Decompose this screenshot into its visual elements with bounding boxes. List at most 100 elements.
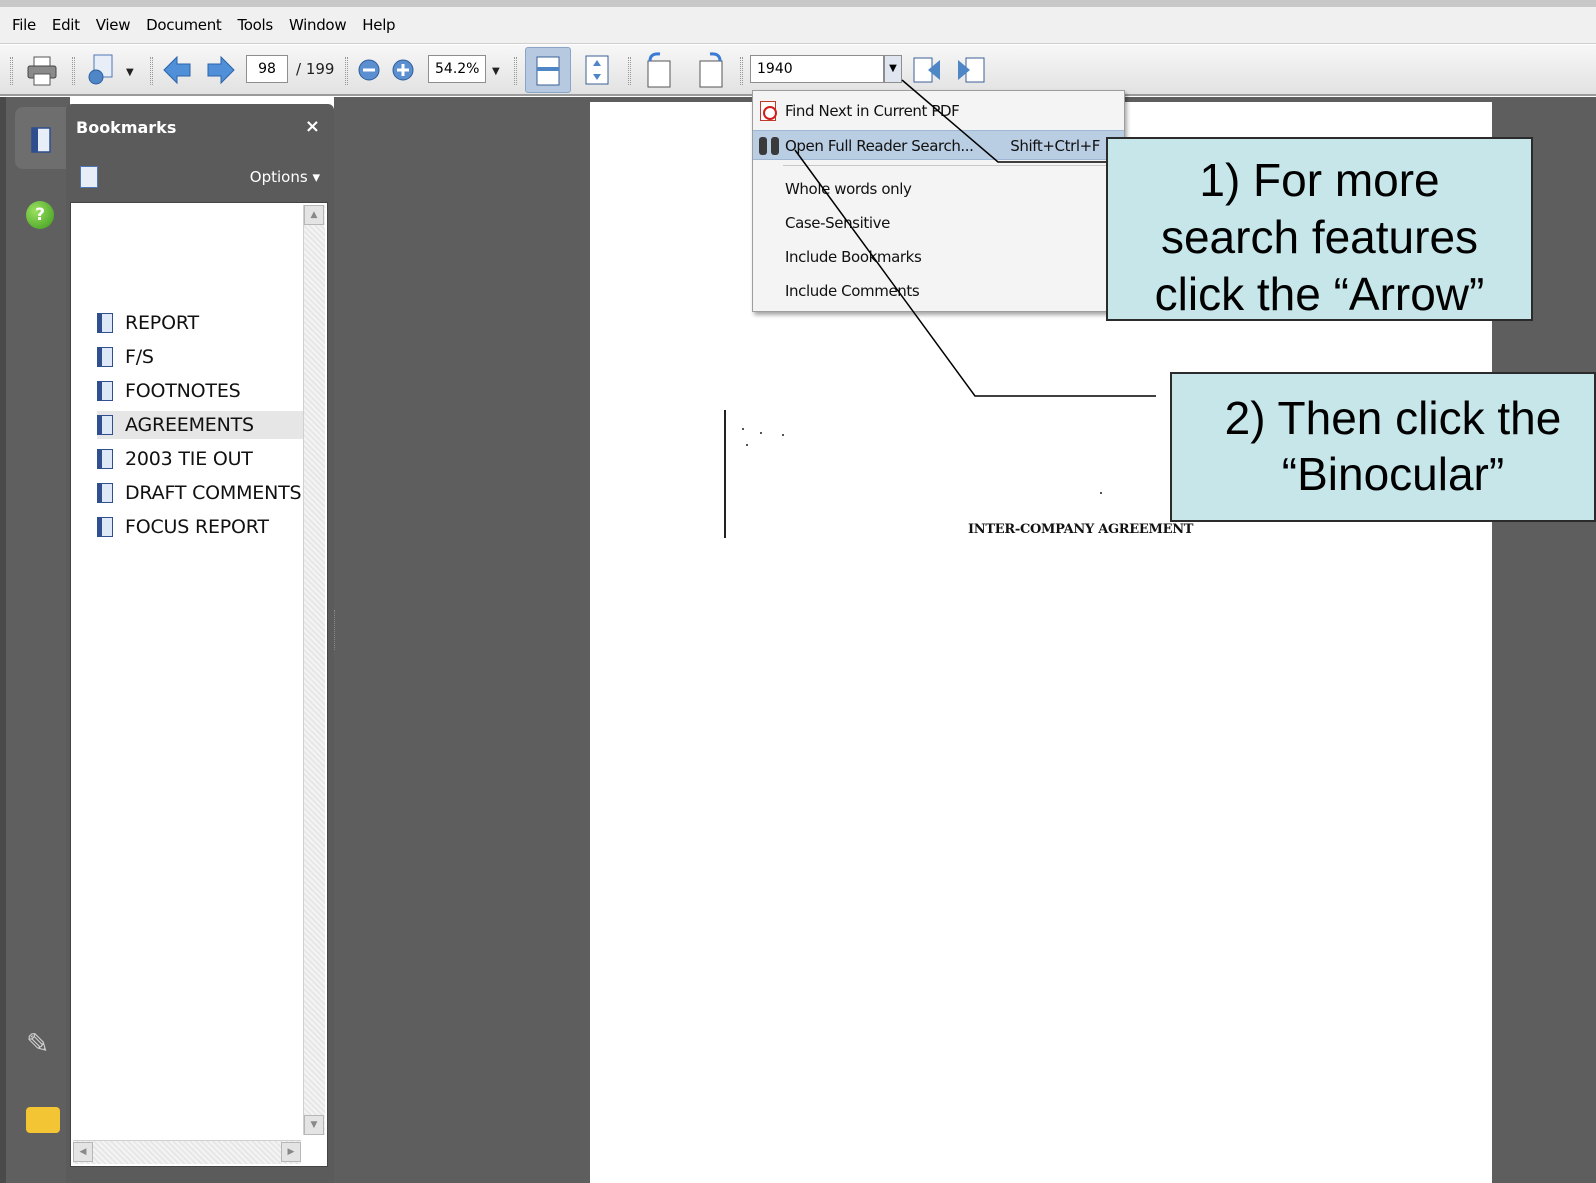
callout-step-1-line-2: search features [1160, 211, 1479, 263]
page-number-input[interactable]: 98 [246, 55, 288, 83]
bookmark-item-report[interactable]: REPORT [97, 309, 303, 337]
bookmarks-title: Bookmarks [76, 118, 177, 137]
callout-step-2-line-1: 2) Then click the [1224, 392, 1562, 444]
bookmark-item-focus-report[interactable]: FOCUS REPORT [97, 513, 303, 541]
search-options-arrow[interactable]: ▼ [884, 55, 902, 83]
scroll-down-arrow[interactable]: ▼ [304, 1115, 324, 1135]
menu-tools[interactable]: Tools [237, 16, 273, 34]
menu-edit[interactable]: Edit [52, 16, 80, 34]
share-icon[interactable] [86, 53, 118, 87]
next-page-icon[interactable] [206, 55, 236, 85]
bookmarks-panel: Bookmarks × Options ▾ REPORT F/S FOOTNOT… [66, 104, 334, 1183]
menu-item-find-next[interactable]: Find Next in Current PDF [753, 96, 1124, 126]
bookmark-label: REPORT [125, 312, 199, 334]
menu-item-label: Whole words only [785, 180, 912, 198]
bookmark-item-footnotes[interactable]: FOOTNOTES [97, 377, 303, 405]
callout-step-2: 2) Then click the “Binocular” [1170, 372, 1596, 522]
bookmark-item-2003-tie-out[interactable]: 2003 TIE OUT [97, 445, 303, 473]
window-top-strip [0, 0, 1596, 7]
menu-file[interactable]: File [12, 16, 36, 34]
zoom-in-icon[interactable] [392, 59, 414, 81]
page-heading: INTER-COMPANY AGREEMENT [968, 522, 1194, 537]
toolbar: ▼ 98 / 199 54.2% ▼ 1940 ▼ [0, 45, 1596, 96]
menu-item-label: Include Comments [785, 282, 920, 300]
menu-item-open-full-search[interactable]: Open Full Reader Search... Shift+Ctrl+F [753, 130, 1124, 160]
bookmark-label: DRAFT COMMENTS [125, 482, 302, 504]
bookmarks-horizontal-scrollbar[interactable]: ◀ ▶ [73, 1140, 301, 1164]
zoom-dropdown-caret[interactable]: ▼ [492, 66, 500, 77]
bookmarks-options-label: Options [249, 168, 308, 186]
callout-step-1: 1) For more search features click the “A… [1106, 137, 1533, 321]
find-next-icon[interactable] [956, 55, 986, 85]
toolbar-grip [10, 57, 13, 85]
bookmark-item-draft-comments[interactable]: DRAFT COMMENTS [97, 479, 303, 507]
rotate-ccw-icon[interactable] [642, 51, 676, 89]
pdf-icon [760, 101, 777, 121]
menu-item-whole-words[interactable]: Whole words only [753, 174, 1124, 204]
menu-item-include-comments[interactable]: Include Comments [753, 276, 1124, 306]
bookmark-label: AGREEMENTS [125, 414, 254, 436]
toolbar-grip [514, 57, 517, 85]
bookmark-item-agreements[interactable]: AGREEMENTS [97, 411, 303, 439]
bookmarks-panel-icon [31, 127, 51, 153]
menu-view[interactable]: View [96, 16, 131, 34]
scroll-left-arrow[interactable]: ◀ [73, 1142, 93, 1162]
menu-window[interactable]: Window [289, 16, 347, 34]
search-options-menu: Find Next in Current PDF Open Full Reade… [752, 90, 1125, 312]
menu-item-case-sensitive[interactable]: Case-Sensitive [753, 208, 1124, 238]
bookmarks-options-button[interactable]: Options ▾ [250, 168, 320, 186]
panel-splitter[interactable] [334, 610, 338, 650]
menu-item-label: Include Bookmarks [785, 248, 922, 266]
page-total: / 199 [296, 60, 335, 78]
bookmark-new-icon[interactable] [80, 166, 98, 188]
comments-icon[interactable] [26, 1107, 60, 1133]
scan-speck [746, 444, 748, 446]
rotate-cw-icon[interactable] [694, 51, 728, 89]
bookmarks-panel-tab[interactable] [15, 107, 73, 169]
toolbar-grip [740, 57, 743, 85]
menu-help[interactable]: Help [362, 16, 395, 34]
callout-step-1-line-3: click the “Arrow” [1154, 268, 1485, 320]
print-icon[interactable] [26, 55, 58, 87]
callout-step-1-line-1: 1) For more [1199, 154, 1440, 206]
fit-page-icon[interactable] [584, 54, 610, 86]
menu-separator [783, 165, 1113, 166]
zoom-input[interactable]: 54.2% [428, 55, 486, 83]
bookmark-label: FOOTNOTES [125, 380, 241, 402]
toolbar-grip [345, 57, 348, 85]
scan-speck [782, 434, 784, 436]
bookmarks-list: REPORT F/S FOOTNOTES AGREEMENTS 2003 TIE… [70, 202, 328, 1167]
zoom-out-icon[interactable] [358, 59, 380, 81]
scan-speck [1100, 492, 1102, 494]
menu-item-label: Open Full Reader Search... [785, 137, 974, 155]
find-previous-icon[interactable] [912, 55, 942, 85]
help-icon[interactable]: ? [26, 201, 54, 229]
toolbar-grip [72, 57, 75, 85]
toolbar-grip [628, 57, 631, 85]
bookmark-icon [97, 483, 113, 503]
bookmark-label: 2003 TIE OUT [125, 448, 253, 470]
menu-item-label: Find Next in Current PDF [785, 102, 960, 120]
bookmark-icon [97, 449, 113, 469]
bookmark-icon [97, 347, 113, 367]
bookmark-icon [97, 381, 113, 401]
scroll-up-arrow[interactable]: ▲ [304, 205, 324, 225]
attachment-icon[interactable]: ✎ [26, 1027, 49, 1060]
prev-page-icon[interactable] [162, 55, 192, 85]
bookmark-item-fs[interactable]: F/S [97, 343, 303, 371]
bookmark-label: FOCUS REPORT [125, 516, 269, 538]
page-margin-rule [724, 410, 726, 538]
fit-width-button[interactable] [525, 47, 571, 93]
bookmarks-close-button[interactable]: × [305, 116, 320, 137]
menu-item-label: Case-Sensitive [785, 214, 890, 232]
binocular-icon [759, 137, 779, 155]
scroll-right-arrow[interactable]: ▶ [281, 1142, 301, 1162]
callout-step-2-line-2: “Binocular” [1281, 448, 1505, 500]
search-input[interactable]: 1940 [750, 55, 884, 83]
share-dropdown-caret[interactable]: ▼ [126, 67, 134, 78]
fit-width-icon [536, 56, 560, 86]
menu-item-include-bookmarks[interactable]: Include Bookmarks [753, 242, 1124, 272]
menu-bar: File Edit View Document Tools Window Hel… [0, 7, 1596, 44]
bookmarks-vertical-scrollbar[interactable]: ▲ ▼ [303, 205, 325, 1135]
menu-document[interactable]: Document [146, 16, 222, 34]
